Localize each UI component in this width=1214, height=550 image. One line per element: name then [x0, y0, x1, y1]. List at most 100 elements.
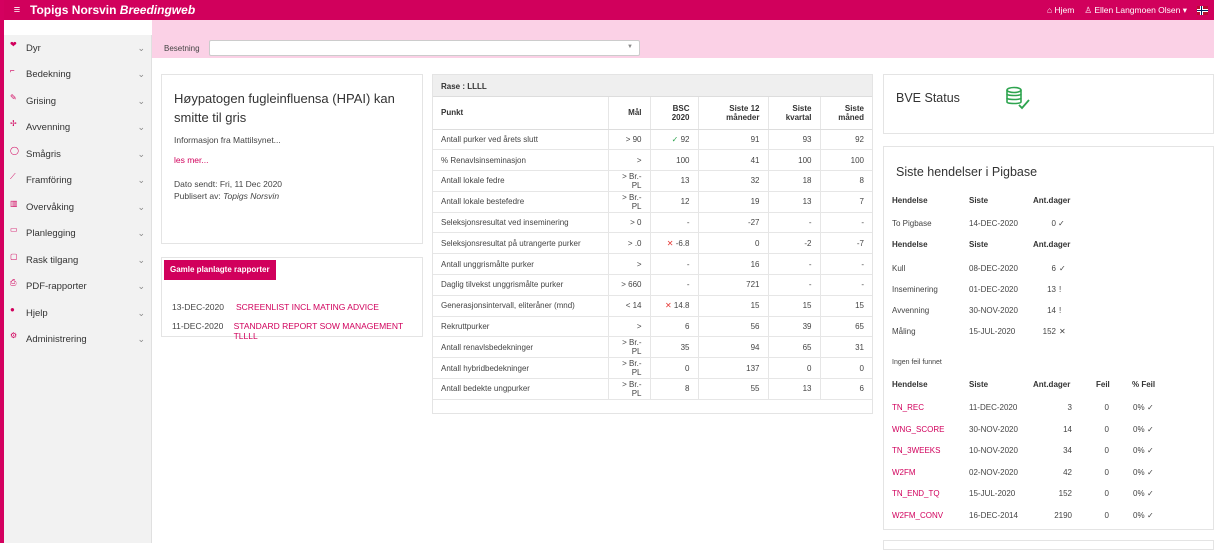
table-cell: - [820, 253, 872, 276]
column-header[interactable]: Siste 12 måneder [698, 97, 769, 130]
event-days: 6 [1051, 264, 1056, 273]
table-cell: > .0 [608, 232, 651, 255]
sidebar: ❤ Dyr ⌄ ⌐ Bedekning ⌄ ✎ Grising ⌄ ✢ Avvenning ⌄ ◯ Små… [4, 35, 152, 543]
check-icon: ✓ [1147, 467, 1154, 477]
app-title[interactable]: Topigs Norsvin Breedingweb [30, 3, 195, 17]
event-error-pct: 0% [1133, 489, 1145, 498]
chevron-down-icon: ⌄ [137, 254, 145, 265]
herd-select[interactable]: ▼ [209, 40, 640, 56]
menu-icon[interactable]: ≡ [8, 0, 26, 20]
sidebar-item-label: Rask tilgang [26, 254, 79, 266]
table-cell: 7 [820, 191, 872, 213]
old-reports-button[interactable]: Gamle planlagte rapporter [164, 260, 276, 280]
table-row: Antall hybridbedekninger > Br.-PL 0 137 0 0 [433, 357, 872, 380]
norway-flag-icon[interactable] [1197, 5, 1208, 15]
chevron-down-icon: ⌄ [137, 228, 145, 239]
chevron-down-icon: ▼ [627, 44, 633, 50]
warning-icon: ! [1059, 306, 1062, 315]
column-header[interactable]: Punkt [433, 97, 609, 130]
sidebar-item-rask-tilgang[interactable]: ▢ Rask tilgang ⌄ [4, 247, 151, 274]
pdf-icon: ⎙ [10, 277, 17, 287]
event-link[interactable]: TN_3WEEKS [892, 446, 940, 455]
table-row: Rekruttpurker >6 56 39 65 [433, 316, 872, 338]
event-days: 0 [1051, 219, 1056, 228]
column-header[interactable]: BSC 2020 [650, 97, 699, 130]
sidebar-item-pdf-rapporter[interactable]: ⎙ PDF-rapporter ⌄ [4, 274, 151, 301]
event-link[interactable]: W2FM [892, 468, 916, 477]
table-cell: 8 [650, 378, 699, 400]
home-link[interactable]: ⌂ Hjem [1047, 5, 1074, 15]
table-cell: 137 [698, 357, 769, 380]
read-more-link[interactable]: les mer... [174, 155, 410, 165]
event-date: 02-NOV-2020 [969, 467, 1018, 477]
col-header-last: Siste [969, 240, 989, 249]
table-cell: 100 [768, 149, 821, 172]
event-days: 34 [1063, 446, 1072, 455]
cross-icon: ✕ [664, 301, 674, 311]
report-link[interactable]: STANDARD REPORT SOW MANAGEMENT TLLLL [234, 321, 422, 341]
event-errors: 0 [1104, 403, 1109, 412]
bve-status-card: BVE Status [883, 74, 1214, 134]
sidebar-item-label: Administrering [26, 334, 87, 346]
table-cell: > 90 [608, 129, 651, 151]
table-cell: 94 [698, 336, 769, 359]
publisher-name: Topigs Norsvin [223, 191, 280, 201]
calendar-icon: ▭ [10, 225, 18, 235]
user-menu[interactable]: ♙ Ellen Langmoen Olsen ▾ [1084, 5, 1187, 16]
table-cell: - [820, 274, 872, 296]
check-icon: ✓ [671, 134, 681, 144]
kpi-table-card: Rase : LLLL Punkt Mål BSC 2020 Siste 12 mån… [432, 74, 873, 414]
table-cell: 35 [650, 336, 699, 359]
sidebar-item-dyr[interactable]: ❤ Dyr ⌄ [4, 35, 151, 62]
event-date: 01-DEC-2020 [969, 285, 1018, 294]
table-cell: Antall bedekte ungpurker [433, 378, 609, 400]
table-cell: Antall hybridbedekninger [433, 357, 609, 380]
column-header[interactable]: Siste måned [820, 97, 872, 130]
sidebar-item-avvenning[interactable]: ✢ Avvenning ⌄ [4, 115, 151, 142]
table-cell: 12 [650, 191, 699, 213]
table-cell: 0 [698, 232, 769, 255]
monitor-icon: ▥ [10, 198, 18, 208]
event-date: 14-DEC-2020 [969, 219, 1018, 228]
table-cell: Antall lokale fedre [433, 170, 609, 192]
sidebar-item-overvåking[interactable]: ▥ Overvåking ⌄ [4, 194, 151, 221]
column-header[interactable]: Siste kvartal [768, 97, 821, 130]
sidebar-item-hjelp[interactable]: ● Hjelp ⌄ [4, 300, 151, 327]
chevron-down-icon: ⌄ [137, 201, 145, 212]
table-cell: 39 [768, 316, 821, 338]
event-error-pct: 0% [1133, 510, 1145, 520]
table-cell: ✕ 14.8 [650, 295, 699, 317]
event-link[interactable]: TN_REC [892, 403, 924, 412]
table-cell: 65 [820, 316, 872, 338]
event-date: 16-DEC-2014 [969, 510, 1018, 520]
sidebar-item-framf-ring[interactable]: ⟋ Framföring ⌄ [4, 168, 151, 195]
chevron-down-icon: ⌄ [137, 122, 145, 133]
sidebar-item-label: Hjelp [26, 307, 48, 319]
table-cell: 15 [698, 295, 769, 317]
col-header-days: Ant.dager [1033, 196, 1071, 205]
sidebar-item-smågris[interactable]: ◯ Smågris ⌄ [4, 141, 151, 168]
event-date: 11-DEC-2020 [969, 403, 1018, 412]
check-icon: ✓ [1147, 489, 1154, 498]
column-header[interactable]: Mål [608, 97, 651, 130]
table-cell: 18 [768, 170, 821, 192]
event-link[interactable]: W2FM_CONV [892, 511, 943, 520]
table-cell: 19 [698, 191, 769, 213]
table-cell: - [768, 274, 821, 296]
event-link[interactable]: TN_END_TQ [892, 489, 940, 498]
event-days: 3 [1067, 403, 1072, 412]
news-card: Høypatogen fugleinfluensa (HPAI) kan smi… [161, 74, 423, 244]
sidebar-item-grising[interactable]: ✎ Grising ⌄ [4, 88, 151, 115]
sidebar-item-bedekning[interactable]: ⌐ Bedekning ⌄ [4, 62, 151, 89]
sidebar-item-administrering[interactable]: ⚙ Administrering ⌄ [4, 327, 151, 354]
table-row: Seleksjonsresultat på utrangerte purker >… [433, 232, 872, 255]
check-icon: ✓ [1147, 510, 1154, 520]
top-bar: ≡ Topigs Norsvin Breedingweb ⌂ Hjem ♙ El… [4, 0, 1214, 20]
news-date: Dato sendt: Fri, 11 Dec 2020 [174, 179, 283, 189]
breed-header: Rase : LLLL [433, 75, 872, 97]
report-link[interactable]: SCREENLIST INCL MATING ADVICE [236, 302, 379, 314]
sidebar-item-planlegging[interactable]: ▭ Planlegging ⌄ [4, 221, 151, 248]
event-link[interactable]: WNG_SCORE [892, 425, 944, 434]
quick-access-icon: ▢ [10, 251, 18, 261]
table-cell: 100 [820, 149, 872, 172]
